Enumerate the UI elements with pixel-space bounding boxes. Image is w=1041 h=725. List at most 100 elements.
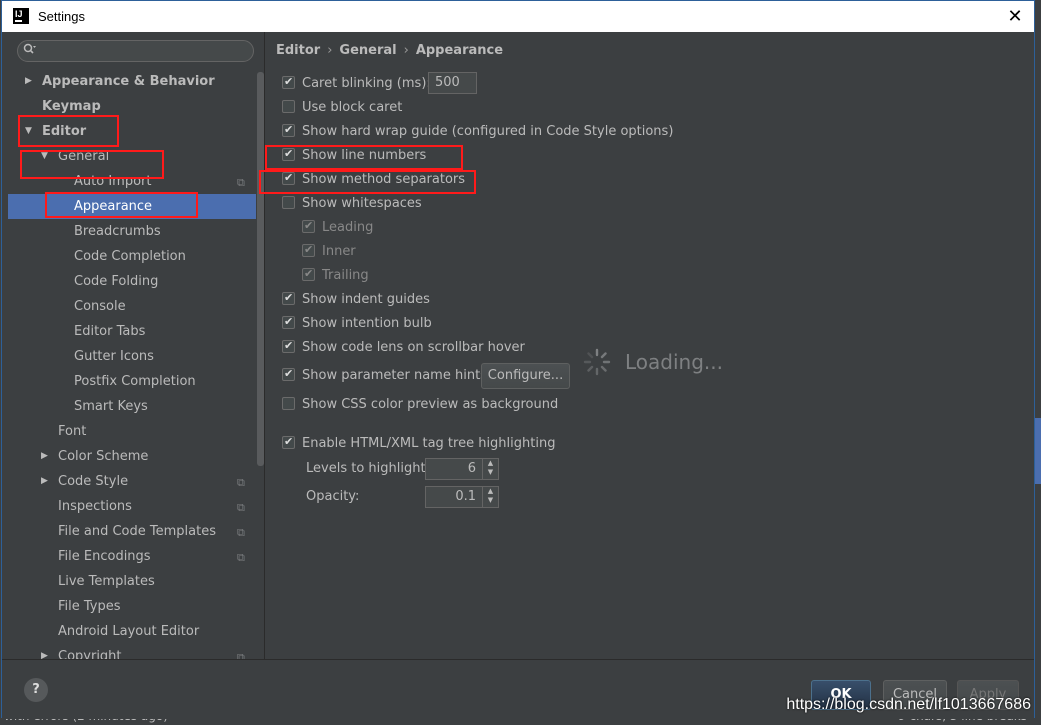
- caret-blinking-checkbox[interactable]: Caret blinking (ms):: [282, 72, 431, 94]
- sidebar-scrollbar[interactable]: [257, 72, 264, 466]
- configure-button[interactable]: Configure...: [481, 363, 570, 389]
- loading-indicator: Loading...: [579, 346, 729, 382]
- loading-spinner-icon: [583, 348, 611, 376]
- breadcrumb-editor: Editor: [276, 43, 321, 58]
- settings-content: Editor › General › Appearance Caret blinking…: [265, 32, 1034, 659]
- trailing-label: Trailing: [322, 268, 369, 283]
- tag-tree-highlighting-label: Enable HTML/XML tag tree highlighting: [302, 436, 556, 451]
- collapsed-arrow-icon[interactable]: ▶: [41, 444, 48, 469]
- sidebar-item-smart-keys[interactable]: Smart Keys: [8, 394, 256, 419]
- checkbox-box: [282, 196, 295, 209]
- hard-wrap-guide-label: Show hard wrap guide (configured in Code…: [302, 124, 674, 139]
- intention-bulb-label: Show intention bulb: [302, 316, 432, 331]
- checkbox-box: [282, 312, 295, 332]
- sidebar-item-label: File and Code Templates: [58, 524, 216, 539]
- sidebar-item-label: Font: [58, 424, 87, 439]
- breadcrumb-separator: ›: [403, 43, 409, 58]
- sidebar-item-color-scheme[interactable]: ▶ Color Scheme: [8, 444, 256, 469]
- caret-blinking-ms-input[interactable]: 500: [428, 72, 477, 94]
- sidebar-item-label: Breadcrumbs: [74, 224, 161, 239]
- levels-value: 6: [467, 461, 476, 476]
- parameter-hints-checkbox[interactable]: Show parameter name hints: [282, 364, 487, 386]
- checkbox-box: [302, 264, 315, 284]
- sidebar-item-android-layout-editor[interactable]: Android Layout Editor: [8, 619, 256, 644]
- css-color-preview-checkbox[interactable]: Show CSS color preview as background: [282, 395, 558, 415]
- search-icon: [23, 43, 37, 60]
- checkbox-box: [282, 100, 295, 113]
- breadcrumb: Editor › General › Appearance: [276, 43, 503, 58]
- sidebar-item-code-folding[interactable]: Code Folding: [8, 269, 256, 294]
- sidebar-item-breadcrumbs[interactable]: Breadcrumbs: [8, 219, 256, 244]
- project-scope-icon: ⧉: [237, 476, 245, 489]
- checkbox-box: [282, 336, 295, 356]
- settings-search-input[interactable]: [17, 40, 254, 62]
- sidebar-item-console[interactable]: Console: [8, 294, 256, 319]
- collapsed-arrow-icon[interactable]: ▶: [41, 469, 48, 494]
- sidebar-item-label: Appearance & Behavior: [42, 74, 215, 89]
- tag-tree-highlighting-checkbox[interactable]: Enable HTML/XML tag tree highlighting: [282, 432, 556, 454]
- annotation-box-line-numbers: [265, 145, 463, 170]
- checkbox-box: [282, 364, 295, 384]
- checkbox-box: [282, 72, 295, 92]
- leading-checkbox[interactable]: Leading: [302, 216, 373, 238]
- sidebar-item-label: Postfix Completion: [74, 374, 196, 389]
- block-caret-label: Use block caret: [302, 100, 403, 115]
- css-color-preview-label: Show CSS color preview as background: [302, 397, 559, 412]
- help-button[interactable]: ?: [24, 678, 48, 702]
- sidebar-item-label: Gutter Icons: [74, 349, 154, 364]
- sidebar-item-file-encodings[interactable]: File Encodings ⧉: [8, 544, 256, 569]
- levels-to-highlight-label: Levels to highlight:: [306, 461, 430, 476]
- code-lens-checkbox[interactable]: Show code lens on scrollbar hover: [282, 336, 525, 358]
- checkbox-box: [282, 432, 295, 452]
- caret-blinking-label: Caret blinking (ms):: [302, 76, 431, 91]
- collapsed-arrow-icon[interactable]: ▶: [25, 69, 32, 94]
- window-title: Settings: [38, 9, 85, 24]
- close-icon[interactable]: ✕: [996, 1, 1034, 32]
- project-scope-icon: ⧉: [237, 501, 245, 514]
- intellij-app-icon: IJ: [13, 8, 29, 24]
- indent-guides-checkbox[interactable]: Show indent guides: [282, 288, 430, 310]
- block-caret-checkbox[interactable]: Use block caret: [282, 98, 402, 118]
- sidebar-item-live-templates[interactable]: Live Templates: [8, 569, 256, 594]
- sidebar-item-label: File Types: [58, 599, 121, 614]
- sidebar-item-label: Code Style: [58, 474, 129, 489]
- sidebar-item-appearance-behavior[interactable]: ▶ Appearance & Behavior: [8, 69, 256, 94]
- sidebar-item-label: Code Completion: [74, 249, 186, 264]
- inner-label: Inner: [322, 244, 356, 259]
- intention-bulb-checkbox[interactable]: Show intention bulb: [282, 312, 432, 334]
- trailing-checkbox[interactable]: Trailing: [302, 264, 369, 286]
- checkbox-box: [302, 216, 315, 236]
- sidebar-item-font[interactable]: Font: [8, 419, 256, 444]
- sidebar-item-label: Code Folding: [74, 274, 159, 289]
- spinner-arrows-icon[interactable]: ▲ ▼: [482, 459, 498, 479]
- show-whitespaces-checkbox[interactable]: Show whitespaces: [282, 194, 422, 214]
- sidebar-item-label: Inspections: [58, 499, 132, 514]
- sidebar-item-label: File Encodings: [58, 549, 151, 564]
- sidebar-item-label: Color Scheme: [58, 449, 149, 464]
- sidebar-item-label: Copyright: [58, 649, 122, 659]
- sidebar-item-file-types[interactable]: File Types: [8, 594, 256, 619]
- sidebar-item-inspections[interactable]: Inspections ⧉: [8, 494, 256, 519]
- levels-to-highlight-spinner[interactable]: 6 ▲ ▼: [425, 458, 499, 480]
- checkbox-box: [282, 397, 295, 410]
- sidebar-item-code-style[interactable]: ▶ Code Style ⧉: [8, 469, 256, 494]
- project-scope-icon: ⧉: [237, 551, 245, 564]
- opacity-label: Opacity:: [306, 489, 360, 504]
- opacity-value: 0.1: [455, 489, 476, 504]
- sidebar-item-editor-tabs[interactable]: Editor Tabs: [8, 319, 256, 344]
- project-scope-icon: ⧉: [237, 526, 245, 539]
- sidebar-item-file-and-code-templates[interactable]: File and Code Templates ⧉: [8, 519, 256, 544]
- spinner-arrows-icon[interactable]: ▲ ▼: [482, 487, 498, 507]
- breadcrumb-appearance: Appearance: [415, 43, 504, 58]
- sidebar-item-gutter-icons[interactable]: Gutter Icons: [8, 344, 256, 369]
- annotation-box-general: [20, 150, 164, 179]
- opacity-spinner[interactable]: 0.1 ▲ ▼: [425, 486, 499, 508]
- sidebar-item-code-completion[interactable]: Code Completion: [8, 244, 256, 269]
- show-whitespaces-label: Show whitespaces: [302, 196, 422, 211]
- inner-checkbox[interactable]: Inner: [302, 240, 356, 262]
- sidebar-item-postfix-completion[interactable]: Postfix Completion: [8, 369, 256, 394]
- annotation-box-method-separators: [259, 170, 476, 194]
- sidebar-item-copyright[interactable]: ▶ Copyright ⧉: [8, 644, 256, 659]
- collapsed-arrow-icon[interactable]: ▶: [41, 644, 48, 659]
- hard-wrap-guide-checkbox[interactable]: Show hard wrap guide (configured in Code…: [282, 120, 674, 142]
